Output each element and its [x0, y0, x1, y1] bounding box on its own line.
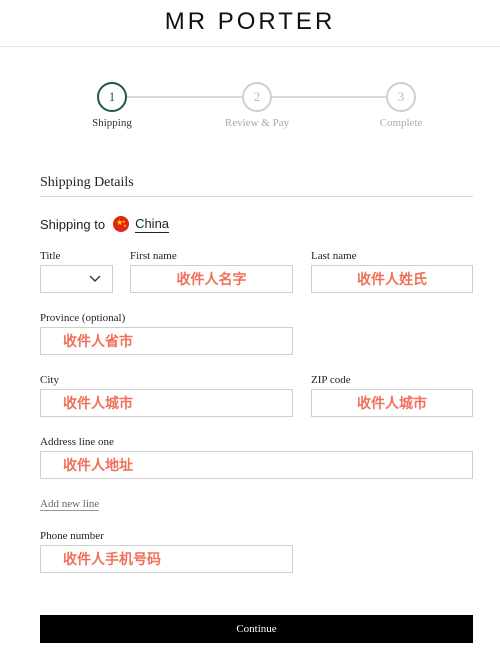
city-input[interactable]	[41, 390, 292, 416]
stepper-line	[270, 96, 387, 98]
phone-field	[40, 545, 293, 573]
first-name-field	[130, 265, 293, 293]
shipping-prefix: Shipping to	[40, 216, 106, 232]
title-select[interactable]	[40, 265, 113, 293]
phone-label: Phone number	[40, 530, 104, 542]
city-field	[40, 389, 293, 417]
zip-field	[311, 389, 473, 417]
china-flag-icon: ★ ★ ★	[113, 216, 130, 232]
last-name-input[interactable]	[312, 266, 472, 292]
checkout-stepper: 1 2 3 Shipping Review & Pay Complete	[0, 80, 500, 140]
address-field	[40, 451, 473, 479]
step-3-indicator: 3	[386, 82, 416, 112]
province-field	[40, 327, 293, 355]
brand-logo[interactable]: MR PORTER	[165, 8, 336, 36]
step-2-label: Review & Pay	[224, 117, 290, 129]
province-label: Province (optional)	[40, 312, 126, 324]
step-2-indicator: 2	[242, 82, 272, 112]
last-name-field	[311, 265, 473, 293]
first-name-input[interactable]	[131, 266, 292, 292]
zip-input[interactable]	[312, 390, 472, 416]
step-1-indicator: 1	[97, 82, 127, 112]
chevron-down-icon	[89, 275, 101, 282]
address-label: Address line one	[40, 436, 114, 448]
city-label: City	[40, 374, 59, 386]
address-input[interactable]	[41, 452, 472, 478]
step-1-label: Shipping	[92, 117, 132, 129]
last-name-label: Last name	[311, 250, 357, 262]
phone-input[interactable]	[41, 546, 292, 572]
first-name-label: First name	[130, 250, 177, 262]
section-title: Shipping Details	[40, 175, 134, 190]
title-label: Title	[40, 250, 61, 262]
shipping-destination: Shipping to ★ ★ ★ China	[40, 214, 170, 234]
section-divider	[40, 196, 473, 197]
site-header: MR PORTER	[0, 0, 500, 47]
add-new-line-link[interactable]: Add new line	[40, 498, 100, 511]
step-3-label: Complete	[379, 117, 423, 129]
continue-button[interactable]: Continue	[40, 615, 473, 643]
province-input[interactable]	[41, 328, 292, 354]
zip-label: ZIP code	[311, 374, 351, 386]
shipping-country-link[interactable]: China	[135, 216, 170, 233]
stepper-line	[125, 96, 243, 98]
